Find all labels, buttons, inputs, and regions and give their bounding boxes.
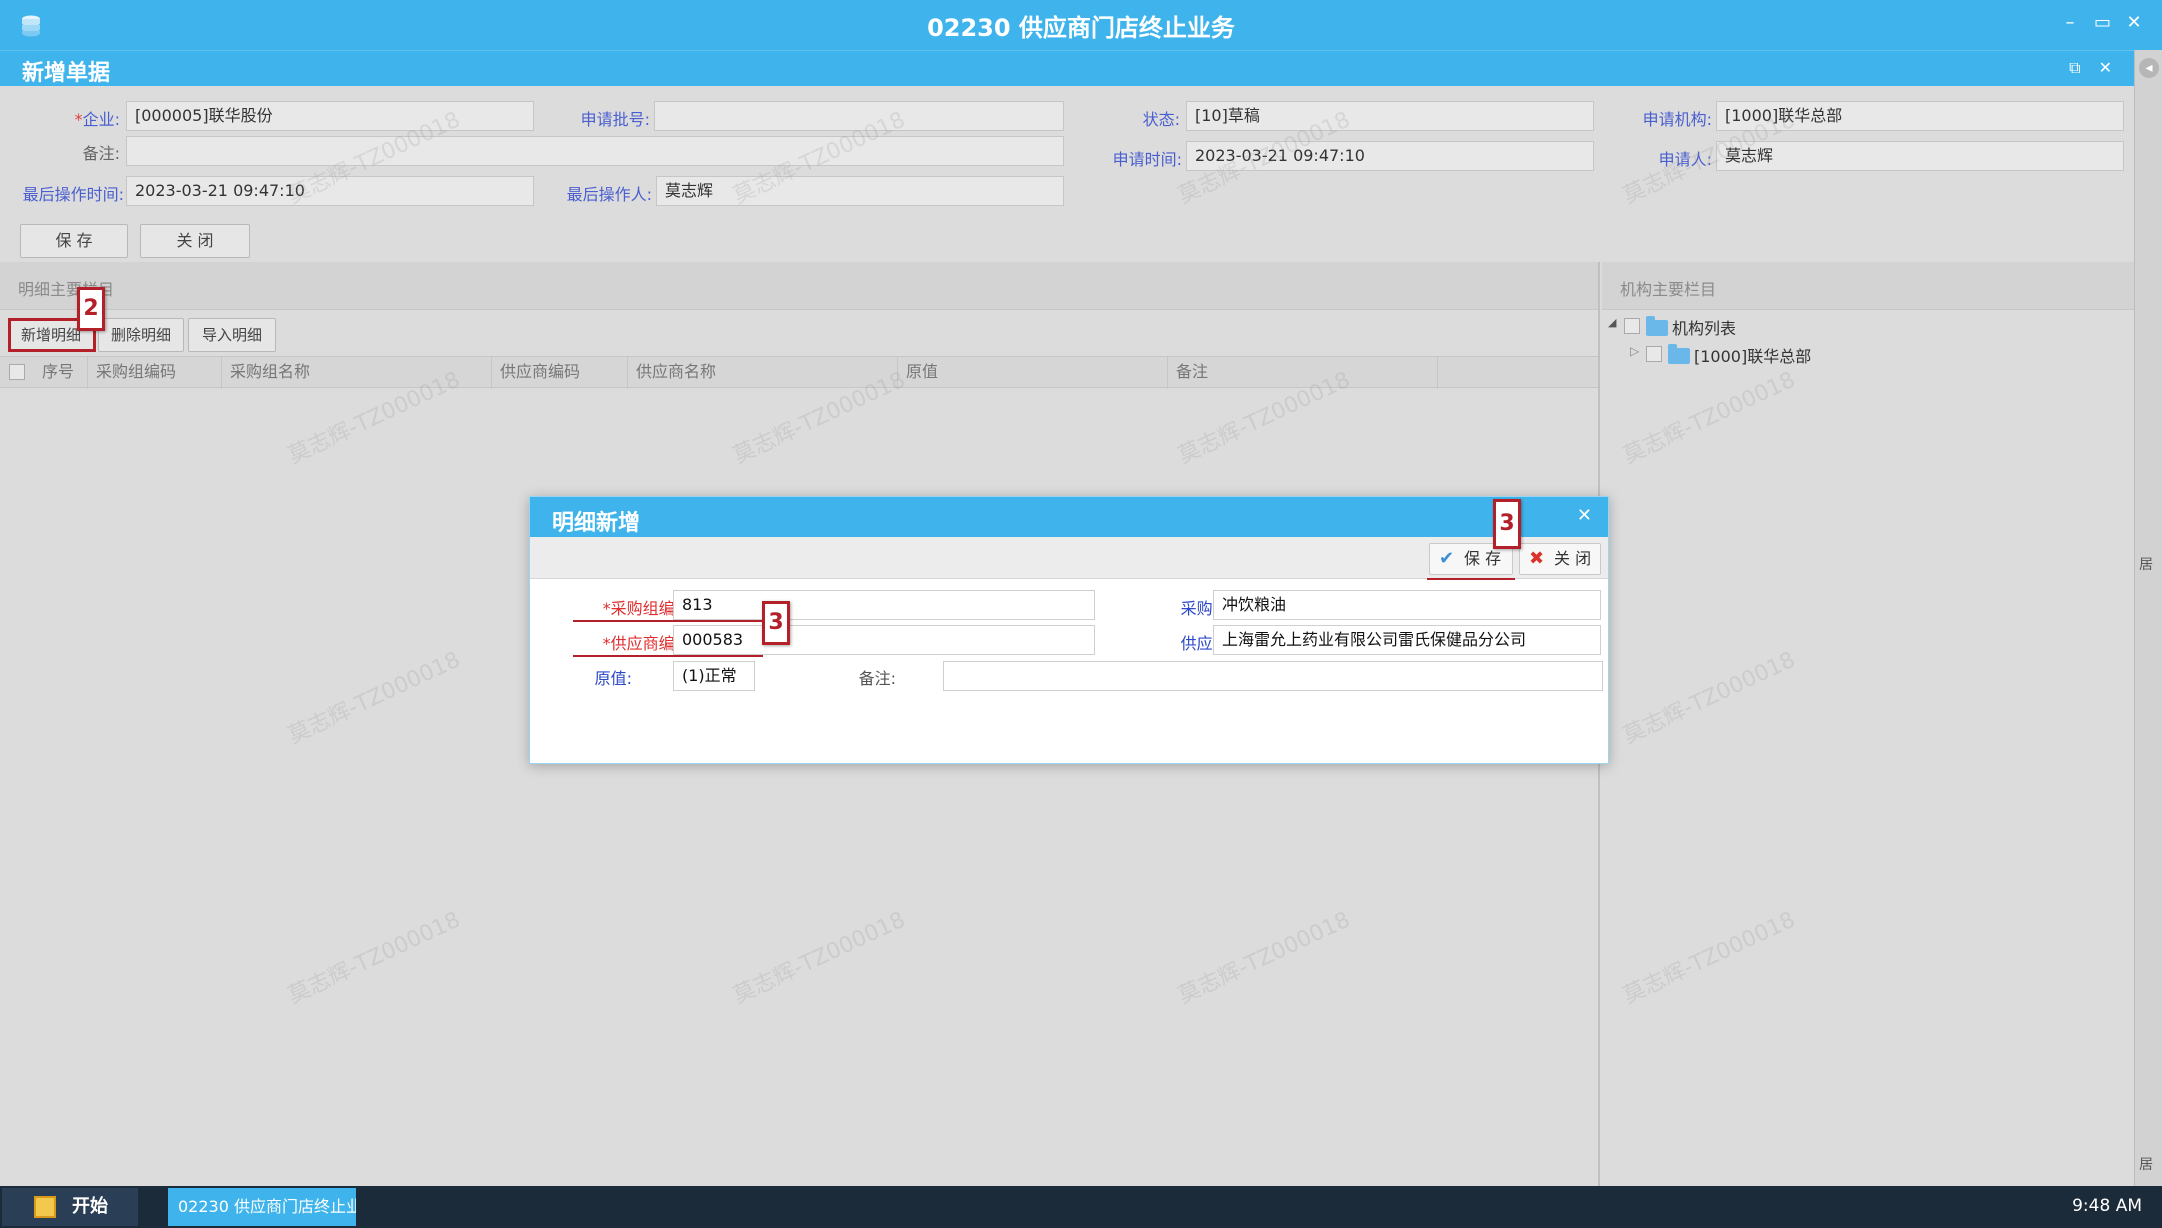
dialog-remark-label: 备注: bbox=[858, 669, 896, 688]
folder-icon bbox=[1668, 344, 1690, 364]
x-icon: ✖ bbox=[1529, 548, 1545, 569]
dialog-close-button[interactable]: ✖ 关 闭 bbox=[1519, 543, 1601, 575]
supplier-code-label: *供应商编码: bbox=[602, 634, 696, 653]
save-button[interactable]: 保 存 bbox=[20, 224, 128, 258]
column-header[interactable]: 采购组名称 bbox=[222, 357, 492, 389]
supplier-name-input[interactable]: 上海雷允上药业有限公司雷氏保健品分公司 bbox=[1213, 625, 1601, 655]
window-title: 02230 供应商门店终止业务 bbox=[927, 14, 1235, 42]
header-form: *企业: [000005]联华股份 申请批号: 状态: [10]草稿 申请机构:… bbox=[0, 86, 2134, 262]
apply-time-field[interactable]: 2023-03-21 09:47:10 bbox=[1186, 141, 1594, 171]
column-header[interactable]: 原值 bbox=[898, 357, 1168, 389]
minimize-button[interactable]: – bbox=[2062, 12, 2078, 33]
org-field[interactable]: [1000]联华总部 bbox=[1716, 101, 2124, 131]
folder-open-icon bbox=[1646, 316, 1668, 336]
window-titlebar: 02230 供应商门店终止业务 – ▭ ✕ bbox=[0, 0, 2162, 50]
column-header[interactable]: 采购组编码 bbox=[88, 357, 222, 389]
dialog-header: 明细新增 ✕ bbox=[530, 497, 1608, 537]
close-button[interactable]: 关 闭 bbox=[140, 224, 250, 258]
company-field[interactable]: [000005]联华股份 bbox=[126, 101, 534, 131]
import-detail-button[interactable]: 导入明细 bbox=[188, 318, 276, 352]
subwindow-titlebar: 新增单据 ⧉ ✕ bbox=[0, 50, 2134, 86]
column-header[interactable]: 供应商名称 bbox=[628, 357, 898, 389]
annotation-underline-supplier bbox=[573, 655, 763, 657]
original-label: 原值: bbox=[594, 669, 632, 688]
annotation-step-3-fields: 3 bbox=[762, 601, 790, 645]
dialog-remark-input[interactable] bbox=[943, 661, 1603, 691]
apply-time-label: 申请时间: bbox=[1112, 150, 1182, 169]
batch-label: 申请批号: bbox=[580, 110, 650, 129]
start-button[interactable]: 开始 bbox=[2, 1188, 138, 1226]
last-operator-label: 最后操作人: bbox=[566, 185, 652, 204]
restore-button[interactable]: ▭ bbox=[2094, 12, 2111, 33]
tree-collapse-icon[interactable]: ▷ bbox=[1630, 344, 1639, 358]
applicant-field[interactable]: 莫志辉 bbox=[1716, 141, 2124, 171]
tree-root-label[interactable]: 机构列表 bbox=[1672, 315, 1736, 339]
tree-root-checkbox[interactable] bbox=[1624, 318, 1640, 334]
org-panel: 机构主要栏目 ◢ 机构列表 ▷ [1000]联华总部 bbox=[1602, 262, 2134, 1186]
last-op-time-field[interactable]: 2023-03-21 09:47:10 bbox=[126, 176, 534, 206]
supplier-code-input[interactable]: 000583 bbox=[673, 625, 1095, 655]
original-select[interactable]: (1)正常 bbox=[673, 661, 755, 691]
tree-child-checkbox[interactable] bbox=[1646, 346, 1662, 362]
subwindow-restore-button[interactable]: ⧉ bbox=[2069, 58, 2080, 78]
taskbar-item-window[interactable]: 02230 供应商门店终止业务 bbox=[168, 1188, 356, 1226]
annotation-underline-purchase bbox=[573, 620, 763, 622]
purchase-name-input[interactable]: 冲饮粮油 bbox=[1213, 590, 1601, 620]
org-label: 申请机构: bbox=[1642, 110, 1712, 129]
select-all-checkbox[interactable] bbox=[9, 364, 25, 380]
company-label: *企业: bbox=[74, 110, 120, 129]
dialog-close-label: 关 闭 bbox=[1554, 549, 1592, 568]
right-side-strip: ◂ 居 居 bbox=[2134, 50, 2162, 1186]
detail-panel-header: 明细主要栏目 bbox=[0, 262, 1598, 310]
detail-add-dialog: 明细新增 ✕ ✔ 保 存 ✖ 关 闭 *采购组编码: 813 采购组名称: 冲饮… bbox=[529, 496, 1609, 764]
annotation-underline-save bbox=[1427, 578, 1515, 580]
org-panel-title: 机构主要栏目 bbox=[1620, 280, 1717, 299]
dialog-save-label: 保 存 bbox=[1464, 549, 1502, 568]
tree-expand-icon[interactable]: ◢ bbox=[1608, 316, 1616, 329]
start-icon bbox=[34, 1196, 56, 1218]
collapse-icon[interactable]: ◂ bbox=[2139, 58, 2159, 78]
clock: 9:48 AM bbox=[2072, 1196, 2142, 1216]
status-label: 状态: bbox=[1142, 110, 1180, 129]
close-window-button[interactable]: ✕ bbox=[2126, 12, 2142, 33]
side-tab-bottom[interactable]: 居 bbox=[2139, 1154, 2159, 1174]
last-op-time-label: 最后操作时间: bbox=[22, 185, 124, 204]
purchase-code-input[interactable]: 813 bbox=[673, 590, 1095, 620]
applicant-label: 申请人: bbox=[1658, 150, 1712, 169]
column-header[interactable]: 供应商编码 bbox=[492, 357, 628, 389]
column-header[interactable]: 备注 bbox=[1168, 357, 1438, 389]
tree-child-label[interactable]: [1000]联华总部 bbox=[1694, 343, 1811, 367]
check-icon: ✔ bbox=[1439, 548, 1455, 569]
dialog-title: 明细新增 bbox=[552, 511, 641, 536]
start-label: 开始 bbox=[72, 1196, 108, 1217]
side-tab[interactable]: 居 bbox=[2139, 554, 2159, 574]
annotation-step-3-save: 3 bbox=[1493, 499, 1521, 549]
last-operator-field[interactable]: 莫志辉 bbox=[656, 176, 1064, 206]
taskbar: 开始 02230 供应商门店终止业务 9:48 AM bbox=[0, 1186, 2162, 1228]
delete-detail-button[interactable]: 删除明细 bbox=[98, 318, 184, 352]
status-field[interactable]: [10]草稿 bbox=[1186, 101, 1594, 131]
subwindow-title: 新增单据 bbox=[22, 61, 111, 86]
dialog-close-icon[interactable]: ✕ bbox=[1577, 505, 1592, 526]
annotation-step-2: 2 bbox=[77, 287, 105, 331]
detail-grid-header: 序号 采购组编码 采购组名称 供应商编码 供应商名称 原值 备注 bbox=[0, 356, 1598, 389]
purchase-code-label: *采购组编码: bbox=[602, 599, 696, 618]
subwindow-close-button[interactable]: ✕ bbox=[2099, 58, 2112, 78]
batch-field[interactable] bbox=[654, 101, 1064, 131]
remark-field[interactable] bbox=[126, 136, 1064, 166]
remark-label: 备注: bbox=[82, 144, 120, 163]
column-header[interactable]: 序号 bbox=[34, 357, 88, 389]
org-panel-header: 机构主要栏目 bbox=[1602, 262, 2134, 310]
dialog-toolbar: ✔ 保 存 ✖ 关 闭 bbox=[530, 537, 1608, 579]
